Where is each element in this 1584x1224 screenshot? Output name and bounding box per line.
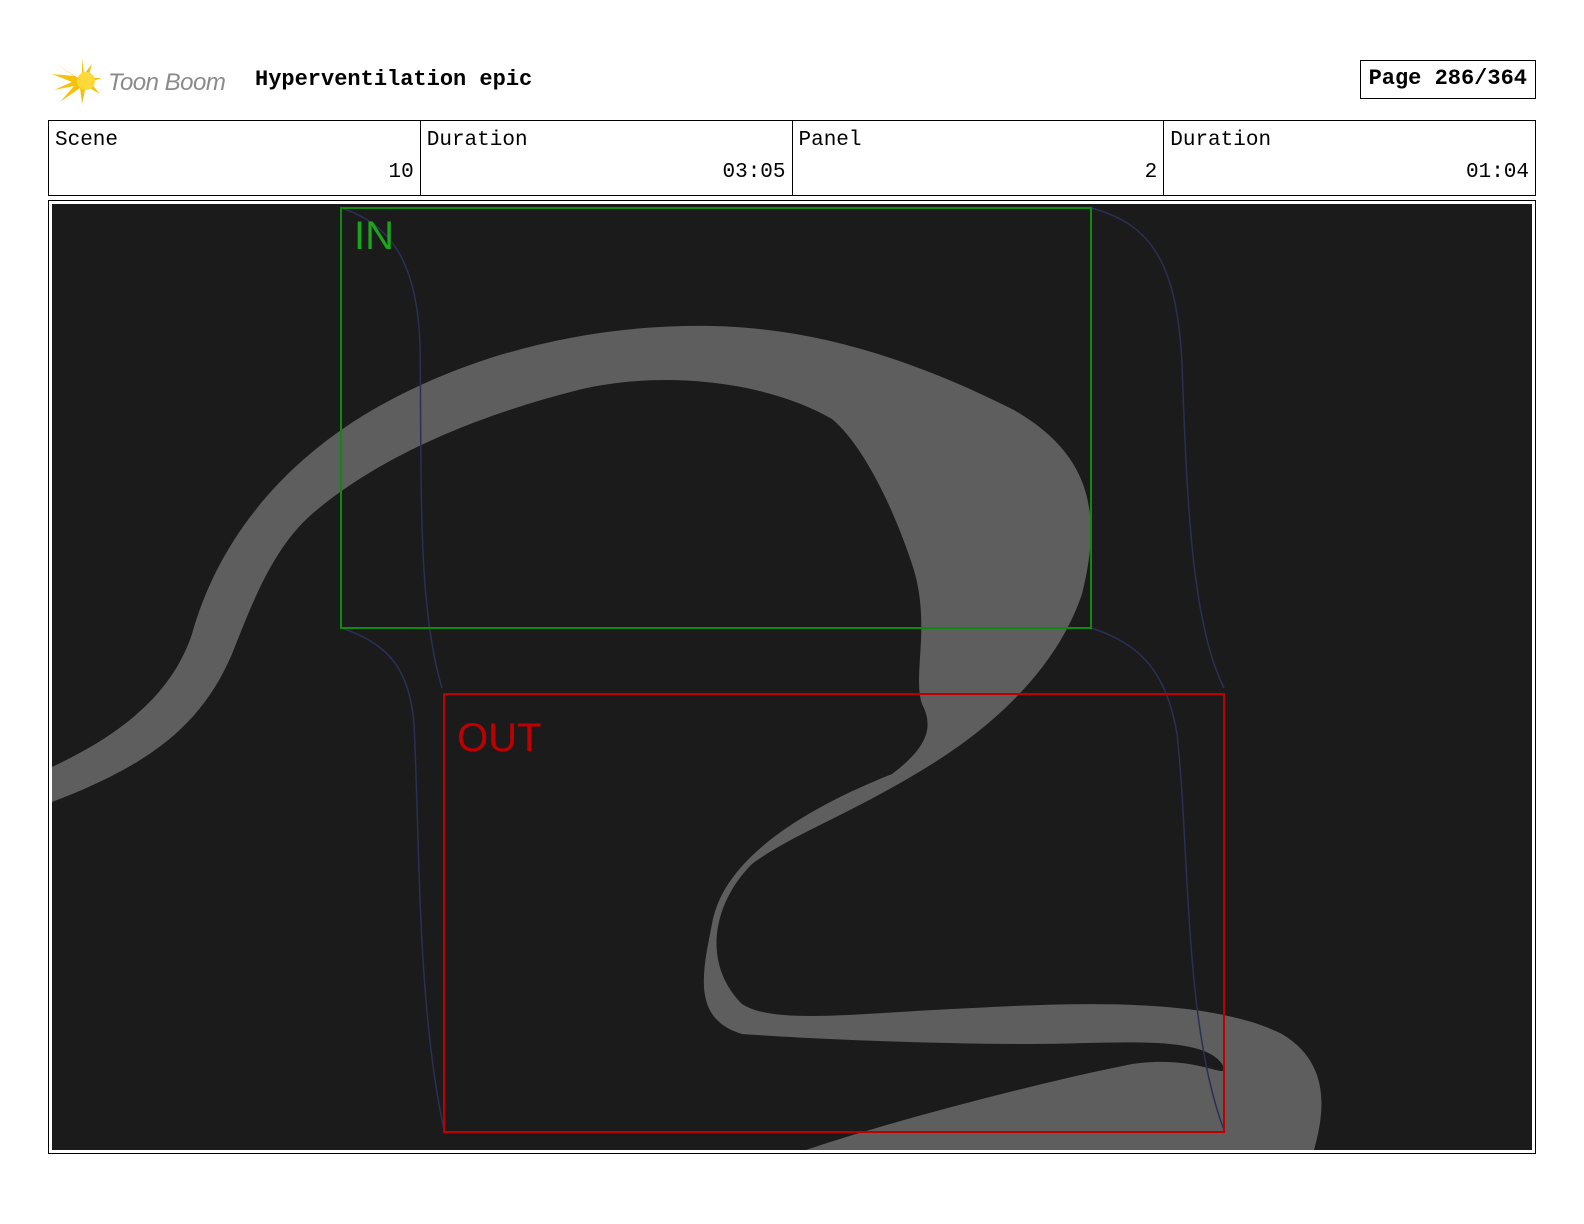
out-camera-frame [443,693,1225,1133]
out-frame-label: OUT [457,716,542,760]
motion-guide-bottom-left [340,627,445,1131]
panel-label: Panel [798,129,862,152]
motion-guide-bottom-right [1090,627,1225,1131]
page-number: Page 286/364 [1368,66,1527,91]
page-header: Toon Boom Hyperventilation epic Page 286… [48,52,1536,108]
panel-drawing [52,207,1322,1150]
in-frame-label: IN [354,214,394,258]
scene-value: 10 [388,161,414,184]
panel-duration-value: 01:04 [1465,161,1529,184]
panel-value: 2 [1144,161,1158,184]
winding-path-shape [52,325,1322,1150]
panel-artwork: IN OUT [52,204,1532,1150]
document-title: Hyperventilation epic [255,67,533,92]
scene-info-table: Scene 10 Duration 03:05 Panel 2 Duration… [48,120,1536,196]
motion-guide-top-right [1090,207,1225,689]
panel-duration-label: Duration [1170,129,1272,152]
starburst-icon [52,58,102,104]
scene-duration-value: 03:05 [722,161,786,184]
panel-duration-cell: Duration 01:04 [1164,121,1535,195]
toon-boom-logo: Toon Boom [52,56,242,106]
logo-wordmark: Toon Boom [108,69,226,96]
scene-duration-cell: Duration 03:05 [421,121,793,195]
scene-cell: Scene 10 [49,121,421,195]
scene-label: Scene [55,129,119,152]
scene-duration-label: Duration [426,129,528,152]
page-number-box: Page 286/364 [1359,60,1536,99]
panel-cell: Panel 2 [793,121,1165,195]
